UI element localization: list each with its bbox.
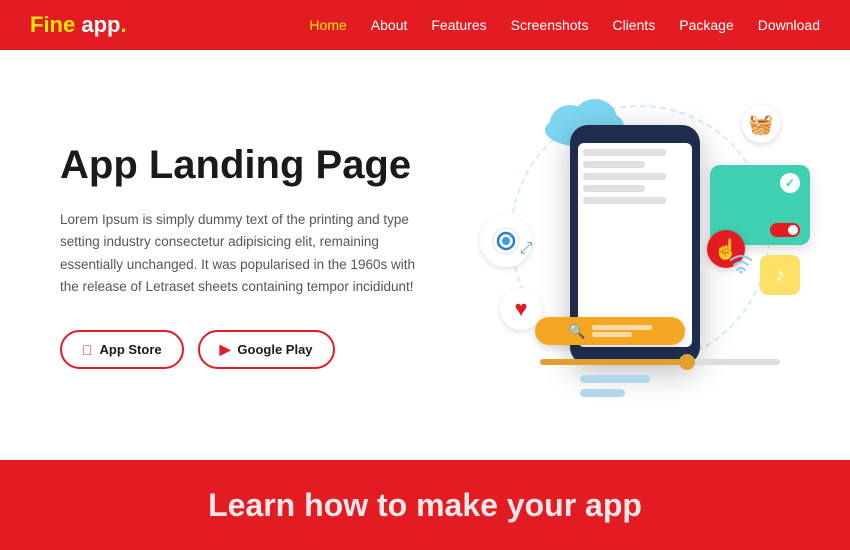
search-line-2 [592,332,632,337]
android-icon: ▶ [220,341,231,358]
phone-line-5 [583,197,666,204]
nav-download[interactable]: Download [758,17,820,33]
nav-package[interactable]: Package [679,17,733,33]
logo-dot: . [120,12,126,37]
slider-thumb [679,354,695,370]
phone-line-3 [583,173,666,180]
nav-clients[interactable]: Clients [612,17,655,33]
logo-fine: Fine [30,12,75,37]
basket-icon: 🧺 [742,105,780,143]
search-lines [592,325,652,337]
hero-title: App Landing Page [60,141,480,189]
nav-features[interactable]: Features [431,17,486,33]
bottom-section: Learn how to make your app [0,460,850,550]
appstore-button[interactable]:  App Store [60,330,184,369]
wifi-icon [727,252,755,280]
phone-illustration: 🧺 [480,85,800,425]
phone-line-2 [583,161,645,168]
bottom-title: Learn how to make your app [208,487,642,524]
nav-screenshots[interactable]: Screenshots [511,17,589,33]
search-line-1 [592,325,652,330]
phone-line-1 [583,149,666,156]
hero-section: App Landing Page Lorem Ipsum is simply d… [0,50,850,460]
slider-fill [540,359,684,365]
apple-icon:  [82,342,93,358]
googleplay-button[interactable]: ▶ Google Play [198,330,335,369]
logo-app: app [75,12,120,37]
nav-about[interactable]: About [371,17,408,33]
small-bar-1 [580,375,650,383]
music-icon: ♪ [760,255,800,295]
hero-left: App Landing Page Lorem Ipsum is simply d… [60,141,480,369]
hero-illustration: 🧺 [480,65,800,445]
phone-screen-content [578,143,692,215]
nav: Home About Features Screenshots Clients … [309,17,820,33]
toggle [770,223,800,237]
toggle-knob [788,225,798,235]
header: Fine app. Home About Features Screenshot… [0,0,850,50]
small-bar-2 [580,389,625,397]
slider-bar [540,359,780,365]
logo: Fine app. [30,12,127,38]
check-icon: ✓ [780,173,800,193]
toggle-bg [770,223,800,237]
expand-icon: ⤢ [510,233,542,265]
nav-home[interactable]: Home [309,17,346,33]
phone-line-4 [583,185,645,192]
hero-description: Lorem Ipsum is simply dummy text of the … [60,209,430,298]
appstore-label: App Store [100,342,162,357]
googleplay-label: Google Play [237,342,312,357]
search-bar: 🔍 [535,317,685,345]
search-icon: 🔍 [568,323,585,340]
btn-group:  App Store ▶ Google Play [60,330,480,369]
